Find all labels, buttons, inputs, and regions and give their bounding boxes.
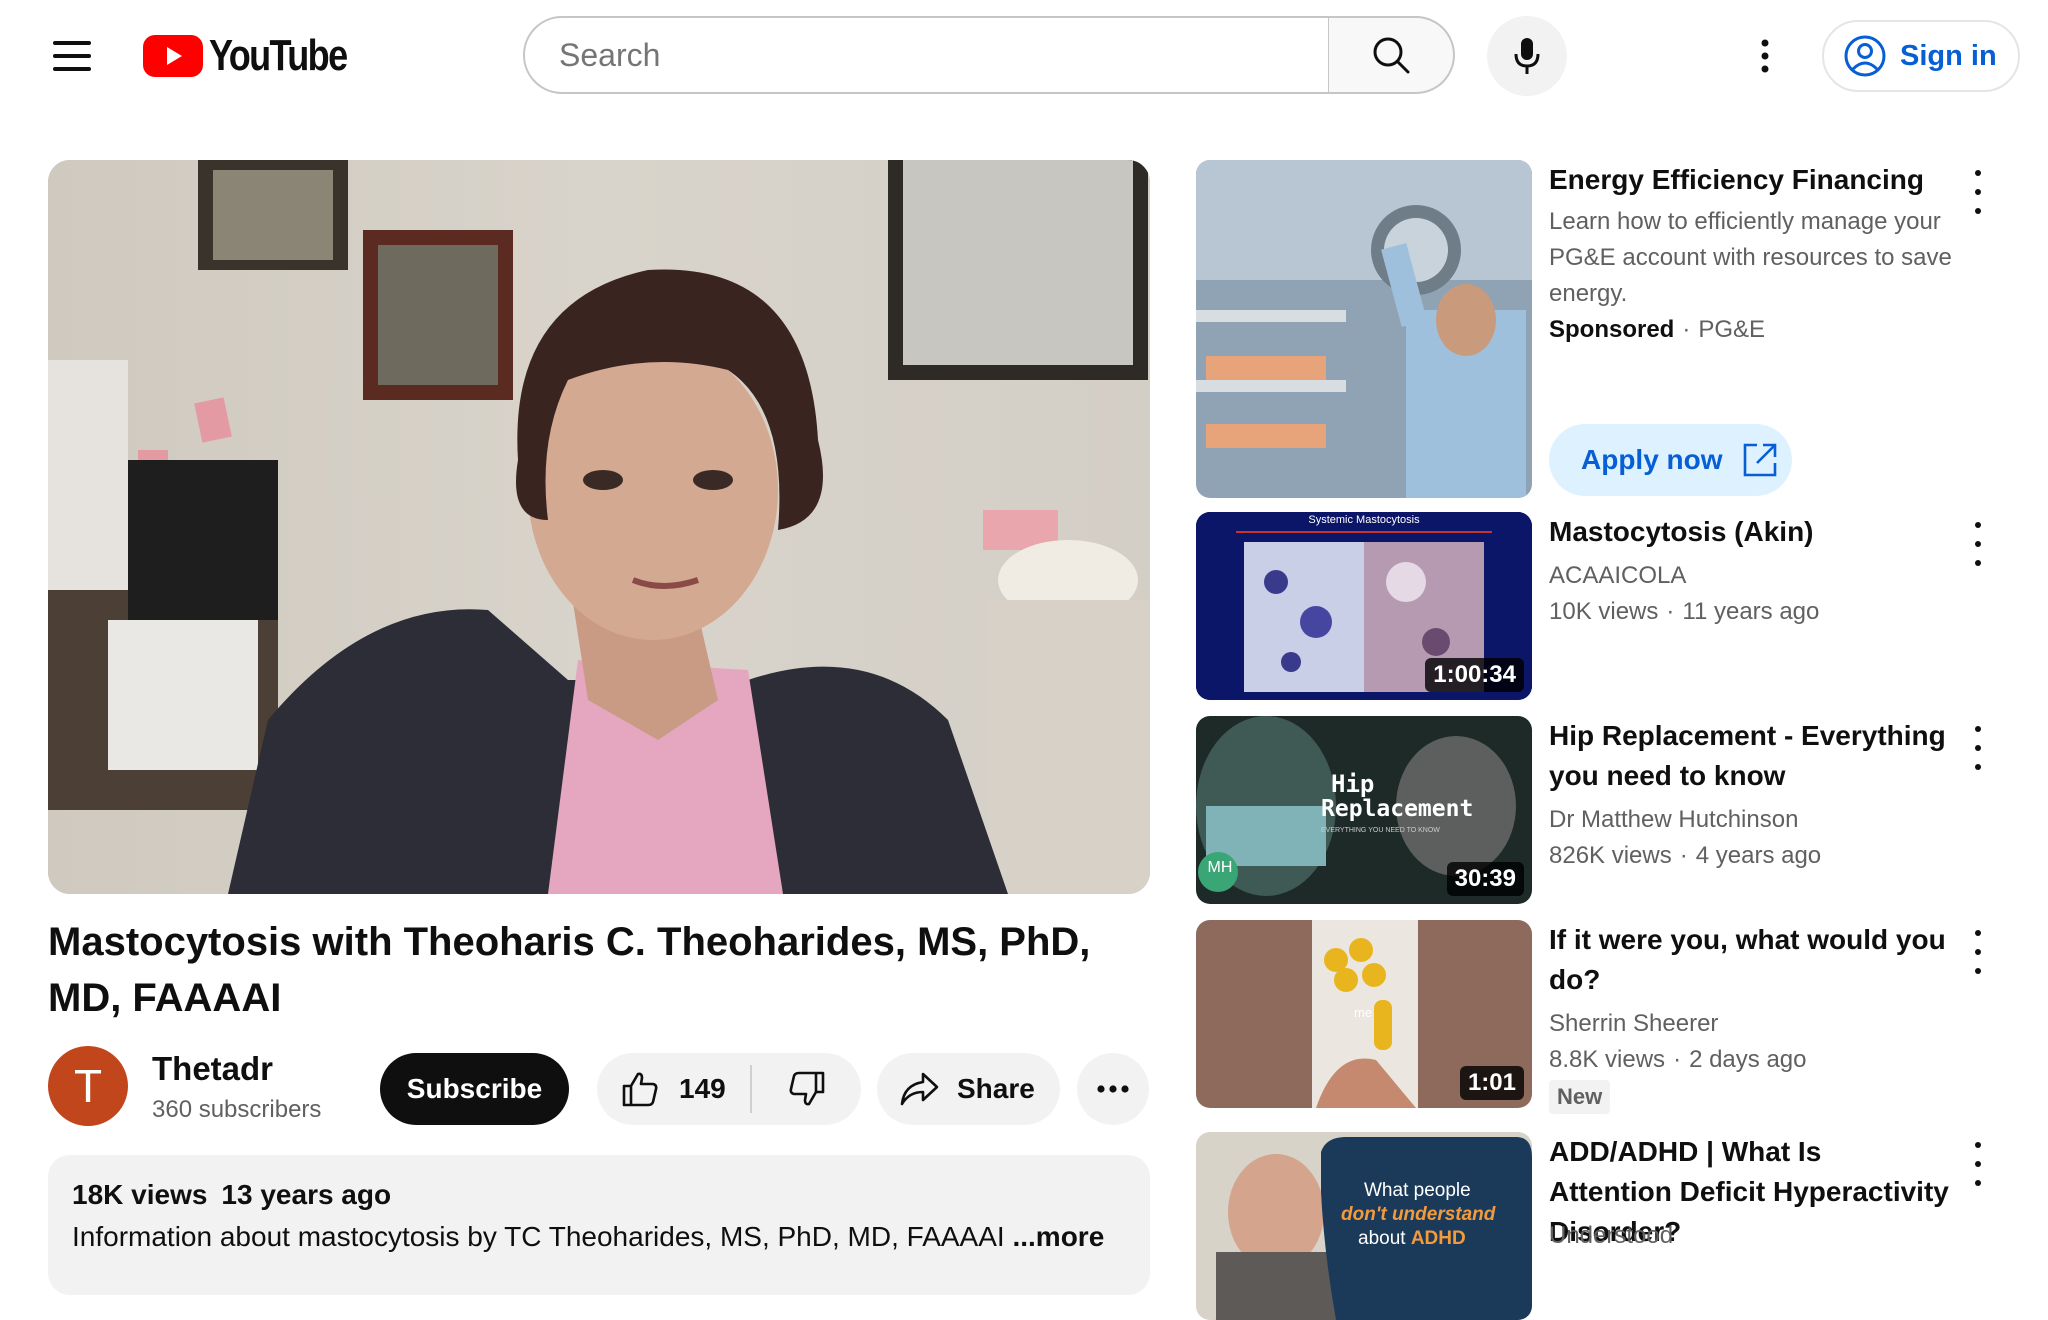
recommendation-thumbnail[interactable]: MH Hip Replacement EVERYTHING YOU NEED T… — [1196, 716, 1532, 904]
dislike-button[interactable] — [752, 1053, 861, 1125]
voice-search-button[interactable] — [1487, 16, 1567, 96]
share-button[interactable]: Share — [877, 1053, 1060, 1125]
logo-text: YouTube — [209, 31, 348, 80]
recommendation-age: 4 years ago — [1695, 842, 1822, 869]
channel-avatar[interactable]: T — [48, 1046, 128, 1126]
apply-now-button[interactable]: Apply now — [1549, 424, 1792, 496]
microphone-icon — [1514, 38, 1540, 74]
sign-in-button[interactable]: Sign in — [1822, 20, 2020, 92]
like-count: 149 — [679, 1073, 726, 1104]
recommendation-thumbnail[interactable]: Systemic Mastocytosis 1:00:34 — [1196, 512, 1532, 700]
thumbnail-about: about — [1358, 1228, 1406, 1249]
upload-age: 13 years ago — [221, 1179, 392, 1210]
youtube-play-icon — [143, 35, 203, 77]
description-meta: 18K views 13 years ago — [72, 1179, 405, 1211]
more-actions-button[interactable] — [1077, 1053, 1149, 1125]
thumbnail-line-3: EVERYTHING YOU NEED TO KNOW — [1321, 827, 1440, 834]
recommendation-meta: 8.8K views · 2 days ago — [1549, 1046, 1807, 1073]
thumbnail-line-1: What people — [1364, 1180, 1471, 1201]
ad-card[interactable]: Energy Efficiency Financing Learn how to… — [1196, 160, 2004, 498]
new-badge: New — [1549, 1080, 1611, 1114]
thumbnail-line-2: Replacement — [1321, 796, 1474, 822]
video-frame-image — [48, 160, 1150, 894]
recommendation-more-icon[interactable] — [1968, 726, 1988, 770]
share-icon — [900, 1072, 939, 1106]
thumbnail-caption: me — [1354, 1005, 1373, 1020]
recommendation-item[interactable]: Systemic Mastocytosis 1:00:34 Mastocytos… — [1196, 512, 2004, 700]
ad-title[interactable]: Energy Efficiency Financing — [1549, 160, 1949, 200]
recommendation-channel[interactable]: ACAAICOLA — [1549, 562, 1686, 590]
search-button[interactable] — [1328, 16, 1455, 94]
subscribe-button[interactable]: Subscribe — [380, 1053, 569, 1125]
recommendation-item[interactable]: What people don't understand about ADHD … — [1196, 1132, 2004, 1320]
ad-more-icon[interactable] — [1968, 170, 1988, 214]
subscriber-count: 360 subscribers — [152, 1096, 322, 1123]
thumbnail-image — [1196, 1132, 1532, 1320]
thumbnail-badge: MH — [1207, 859, 1233, 876]
channel-name[interactable]: Thetadr — [152, 1050, 273, 1088]
description-text: Information about mastocytosis by TC The… — [72, 1221, 1104, 1253]
search-icon — [1373, 37, 1410, 74]
thumbnail-line-1: Hip — [1331, 770, 1375, 798]
recommendation-channel[interactable]: Sherrin Sheerer — [1549, 1010, 1718, 1038]
share-label: Share — [957, 1073, 1035, 1104]
recommendation-age: 2 days ago — [1689, 1046, 1807, 1073]
thumbnail-line-3: about ADHD — [1358, 1228, 1466, 1250]
recommendation-more-icon[interactable] — [1968, 1142, 1988, 1186]
video-duration: 1:00:34 — [1425, 658, 1524, 692]
recommendation-thumbnail[interactable]: me 1:01 — [1196, 920, 1532, 1108]
recommendation-item[interactable]: me 1:01 If it were you, what would you d… — [1196, 920, 2004, 1114]
recommendation-more-icon[interactable] — [1968, 522, 1988, 566]
more-horizontal-icon — [1097, 1085, 1129, 1093]
like-dislike-group: 149 — [597, 1053, 861, 1125]
recommendation-meta: 826K views · 4 years ago — [1549, 842, 1822, 869]
sign-in-label: Sign in — [1900, 39, 1997, 72]
thumbs-up-icon — [622, 1072, 658, 1107]
ad-description: Learn how to efficiently manage your PG&… — [1549, 208, 1952, 307]
recommendation-views: 826K views — [1549, 842, 1672, 869]
thumbnail-adhd: ADHD — [1410, 1228, 1466, 1249]
recommendation-views: 10K views — [1549, 598, 1659, 625]
ad-sponsor-line: Sponsored · PG&E — [1549, 316, 1766, 343]
recommendation-title[interactable]: If it were you, what would you do? — [1549, 920, 1949, 1000]
recommendation-title[interactable]: Hip Replacement - Everything you need to… — [1549, 716, 1949, 796]
like-button[interactable]: 149 — [597, 1053, 750, 1125]
thumbnail-caption: Systemic Mastocytosis — [1308, 514, 1420, 526]
video-duration: 1:01 — [1459, 1066, 1524, 1100]
recommendation-more-icon[interactable] — [1968, 930, 1988, 974]
recommendation-title[interactable]: Mastocytosis (Akin) — [1549, 512, 1949, 552]
search-box[interactable] — [523, 16, 1330, 94]
sponsored-label: Sponsored — [1549, 316, 1675, 343]
account-icon — [1844, 35, 1886, 77]
youtube-logo[interactable]: YouTube — [143, 31, 377, 80]
ad-thumbnail[interactable] — [1196, 160, 1532, 498]
description-box[interactable]: 18K views 13 years ago Information about … — [48, 1155, 1150, 1295]
apply-now-label: Apply now — [1581, 444, 1723, 475]
external-link-icon — [1743, 443, 1776, 477]
search-input[interactable] — [557, 35, 1328, 75]
description-more-link[interactable]: ...more — [1012, 1221, 1104, 1252]
thumbnail-line-2: don't understand — [1341, 1204, 1496, 1225]
recommendation-item[interactable]: MH Hip Replacement EVERYTHING YOU NEED T… — [1196, 716, 2004, 904]
video-duration: 30:39 — [1446, 862, 1524, 896]
recommendation-age: 11 years ago — [1682, 598, 1820, 625]
video-player[interactable] — [48, 160, 1150, 894]
recommendation-channel[interactable]: Understood — [1549, 1222, 1673, 1250]
recommendation-meta: 10K views · 11 years ago — [1549, 598, 1820, 625]
advertiser-name: PG&E — [1698, 316, 1766, 343]
recommendation-views: 8.8K views — [1549, 1046, 1666, 1073]
thumbs-down-icon — [789, 1071, 824, 1106]
view-count: 18K views — [72, 1179, 208, 1210]
ad-thumbnail-image — [1196, 160, 1532, 498]
video-title: Mastocytosis with Theoharis C. Theoharid… — [48, 920, 1091, 1020]
recommendation-channel[interactable]: Dr Matthew Hutchinson — [1549, 806, 1798, 834]
settings-more-icon[interactable] — [1745, 32, 1785, 80]
menu-icon[interactable] — [44, 30, 100, 82]
description-body: Information about mastocytosis by TC The… — [72, 1221, 1005, 1252]
recommendation-thumbnail[interactable]: What people don't understand about ADHD — [1196, 1132, 1532, 1320]
